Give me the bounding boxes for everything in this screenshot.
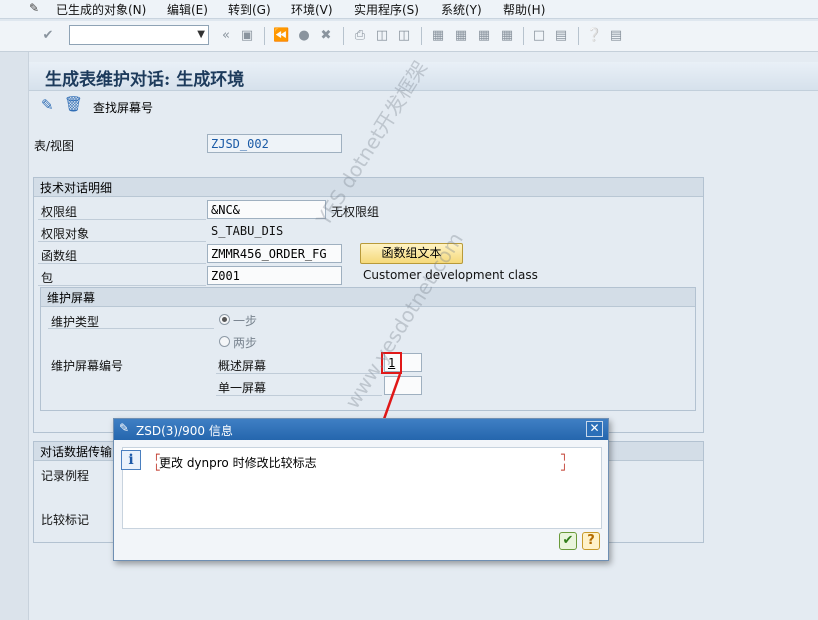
toolbar-separator [343,27,344,45]
confirm-button[interactable]: ✔ [559,532,577,550]
question-icon: ? [587,533,595,548]
edit-pencil-icon[interactable]: ✎ [41,96,54,114]
row-underline [38,285,206,286]
save-icon[interactable]: ▣ [239,28,255,44]
help-button[interactable]: ? [582,532,600,550]
info-dialog: ✎ ZSD(3)/900 信息 ✕ i ┌ └ ┐ ┘ 更改 dynpro 时修… [113,418,609,561]
maint-screen-number-label: 维护屏幕编号 [51,359,124,373]
chevron-down-icon[interactable]: ▼ [197,29,205,40]
row-underline [38,241,206,242]
toolbar-separator [264,27,265,45]
menu-item-environment[interactable]: 环境(V) [291,1,333,18]
package-label: 包 [41,271,54,285]
first-page-icon[interactable]: ▦ [430,28,446,44]
page-title: 生成表维护对话: 生成环境 [45,70,245,90]
table-view-label: 表/视图 [34,139,75,153]
corner-mark-tr: ┐ [561,448,568,461]
find-icon[interactable]: ◫ [374,28,390,44]
last-page-icon[interactable]: ▦ [499,28,515,44]
layout-menu-icon[interactable]: ▤ [608,28,624,44]
info-icon: i [121,450,141,470]
radio-one-step[interactable] [219,314,230,325]
radio-two-step-label: 两步 [233,336,258,350]
auth-object-value: S_TABU_DIS [211,224,284,238]
group-header: 维护屏幕 [41,288,695,307]
single-screen-label: 单一屏幕 [218,381,267,395]
command-field[interactable]: ▼ [69,25,209,45]
function-group-label: 函数组 [41,249,78,263]
back-icon[interactable]: ⏪ [273,28,289,44]
toolbar-separator [578,27,579,45]
menu-item-help[interactable]: 帮助(H) [503,1,545,18]
toolbar-separator [523,27,524,45]
menu-item-utilities[interactable]: 实用程序(S) [354,1,419,18]
cancel-icon[interactable]: ✖ [318,28,334,44]
find-next-icon[interactable]: ◫ [396,28,412,44]
function-group-field[interactable]: ZMMR456_ORDER_FG [207,244,342,263]
row-underline [38,263,206,264]
auth-group-field[interactable]: &NC& [207,200,326,219]
maint-screen-header: 维护屏幕 [47,291,96,305]
application-toolbar: ✎ 🗑 查找屏幕号 [29,91,818,119]
radio-one-step-label: 一步 [233,314,258,328]
menu-item-generated-objects[interactable]: 已生成的对象(N) [56,1,146,18]
dialog-body: i ┌ └ ┐ ┘ 更改 dynpro 时修改比较标志 [121,447,602,529]
menu-item-system[interactable]: 系统(Y) [441,1,482,18]
group-header: 技术对话明细 [34,178,703,197]
help-icon[interactable]: ❔ [586,28,602,44]
find-screen-button[interactable]: 查找屏幕号 [93,99,153,116]
previous-page-icon[interactable]: ▦ [453,28,469,44]
radio-dot [222,317,227,322]
tech-details-header: 技术对话明细 [40,181,113,195]
exit-icon[interactable]: ● [296,28,312,44]
menu-item-edit[interactable]: 编辑(E) [167,1,208,18]
menu-bar: ✎ 已生成的对象(N) 编辑(E) 转到(G) 环境(V) 实用程序(S) 系统… [0,0,818,19]
dialog-title: ZSD(3)/900 信息 [136,424,233,438]
row-underline [48,328,214,329]
left-strip [0,52,29,620]
shortcut-icon[interactable]: ▤ [553,28,569,44]
dialog-window-icon: ✎ [119,421,130,435]
checkmark-icon: ✔ [562,533,574,548]
auth-group-label: 权限组 [41,205,78,219]
next-page-icon[interactable]: ▦ [476,28,492,44]
toolbar-separator [421,27,422,45]
dialog-data-header: 对话数据传输 [40,445,113,459]
standard-toolbar: ✔ ▼ « ▣ ⏪ ● ✖ ⎙ ◫ ◫ ▦ ▦ ▦ ▦ □ ▤ ❔ ▤ [0,21,818,52]
new-session-icon[interactable]: □ [531,28,547,44]
history-back-icon[interactable]: « [218,28,234,44]
delete-trash-icon[interactable]: 🗑 [64,95,83,113]
radio-two-step[interactable] [219,336,230,347]
dialog-close-button[interactable]: ✕ [586,421,603,437]
compare-flag-label: 比较标记 [41,513,90,527]
menu-item-goto[interactable]: 转到(G) [228,1,271,18]
auth-object-label: 权限对象 [41,227,90,241]
print-icon[interactable]: ⎙ [352,28,368,44]
package-field[interactable]: Z001 [207,266,342,285]
enter-icon[interactable]: ✔ [40,28,56,44]
dialog-message: 更改 dynpro 时修改比较标志 [159,456,317,470]
row-underline [38,219,206,220]
dialog-titlebar: ✎ ZSD(3)/900 信息 ✕ [114,419,608,440]
record-routine-label: 记录例程 [41,469,90,483]
corner-mark-br: ┘ [561,464,568,477]
menu-icon[interactable]: ✎ [29,1,39,15]
overview-screen-label: 概述屏幕 [218,359,267,373]
close-icon: ✕ [589,421,600,435]
package-text: Customer development class [363,268,538,282]
table-view-field: ZJSD_002 [207,134,342,153]
